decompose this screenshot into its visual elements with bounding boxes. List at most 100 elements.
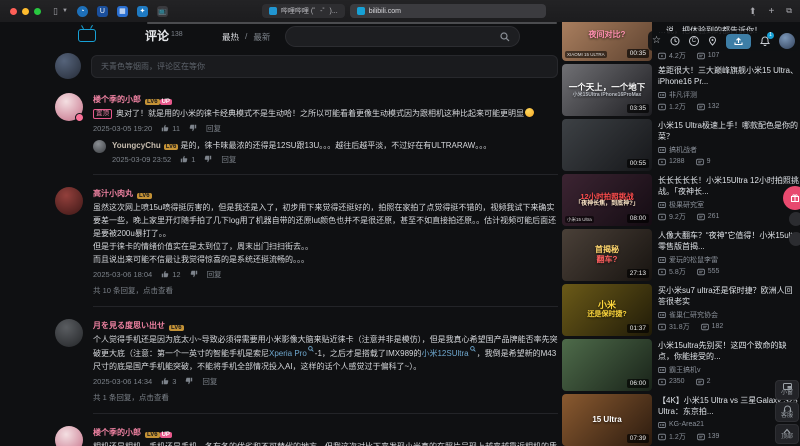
video-card[interactable]: 小米 还是保时捷? 01:37 买小米su7 ultra还是保时捷？欧洲人回答很老… (562, 284, 800, 336)
commenter-name[interactable]: 高汁小肉丸 (93, 188, 133, 199)
video-thumbnail[interactable]: 12小时拍照挑战 「夜神长焦，到底神?」 小米15 Ultra 08:00 (562, 174, 652, 226)
zoom-window-button[interactable] (34, 7, 41, 15)
extension-icon-2[interactable]: U (96, 5, 108, 17)
view-count: 31.8万 (669, 323, 690, 331)
floating-avatar-dot[interactable] (789, 232, 800, 246)
video-card[interactable]: 15 Ultra 07:39 【4K】小米15 Ultra vs 三星Galax… (562, 394, 800, 446)
video-title[interactable]: 长长长长长！小米15Ultra 12小时拍照挑战。「夜神长... (658, 175, 800, 197)
creative-center-icon[interactable]: C (688, 36, 699, 46)
video-thumbnail[interactable]: 06:00 (562, 339, 652, 391)
thumbnail-text: 首揭秘 (595, 245, 619, 254)
reply-button[interactable]: 回复 (202, 376, 217, 387)
pip-button[interactable]: 小窗 (775, 380, 799, 400)
browser-tab-inactive[interactable]: 哔哩哔哩 (゜-゜)... (261, 4, 345, 18)
video-title[interactable]: 小米15ultra先别买！这四个致命的缺点，你能接受的... (658, 340, 800, 362)
reply-button[interactable]: 回复 (207, 269, 222, 280)
video-title[interactable]: 买小米su7 ultra还是保时捷？欧洲人回答很老实 (658, 285, 800, 307)
close-window-button[interactable] (10, 7, 17, 15)
user-badges: LV6 (169, 316, 184, 334)
video-author[interactable]: 雀巢仁研究协会 (658, 310, 800, 319)
dislike-button[interactable] (204, 155, 212, 163)
gift-icon (791, 194, 799, 202)
play-count-icon (658, 158, 666, 165)
tabs-overview-icon[interactable]: ⧉ (786, 6, 792, 16)
dislike-button[interactable] (185, 377, 193, 385)
favorites-star-icon[interactable]: ☆ (652, 36, 661, 46)
video-thumbnail[interactable]: 首揭秘 翻车? 27:13 (562, 229, 652, 281)
video-title[interactable]: 小米15 Ultra极速上手！哪款配色是你的菜？ (658, 120, 800, 142)
dislike-button[interactable] (189, 124, 197, 132)
commenter-name[interactable]: 楼个季的小郎 (93, 427, 141, 438)
like-button[interactable]: 12 (161, 270, 181, 279)
video-card[interactable]: 首揭秘 翻车? 27:13 人像大翻车？“夜神”它值得！小米15ultra零售版首… (562, 229, 800, 281)
notification-bell-icon[interactable]: 1 (760, 32, 774, 46)
bilibili-pinned-icon[interactable]: 📺 (156, 5, 168, 17)
video-duration: 07:39 (626, 434, 649, 443)
horizontal-scrollbar[interactable] (147, 22, 557, 24)
video-title[interactable]: 人像大翻车？“夜神”它值得！小米15ultra零售版首揭... (658, 230, 800, 252)
browser-tab-active[interactable]: bilibili.com (349, 4, 546, 18)
extension-icon-4[interactable]: ✦ (136, 5, 148, 17)
reply-button[interactable]: 回复 (221, 154, 236, 165)
video-card[interactable]: 12小时拍照挑战 「夜神长焦，到底神?」 小米15 Ultra 08:00 长长长长… (562, 174, 800, 226)
location-pin-icon[interactable] (708, 36, 717, 46)
video-author[interactable]: 搞机战者 (658, 145, 800, 154)
replier-name[interactable]: YoungcyChu (112, 141, 161, 150)
like-button[interactable]: 3 (161, 377, 176, 386)
commenter-name[interactable]: 楼个季的小郎 (93, 94, 141, 105)
video-author[interactable]: 极果研究室 (658, 200, 800, 209)
video-author[interactable]: 爱玩的松鼠李雷 (658, 255, 800, 264)
chevron-down-icon[interactable]: ▼ (62, 8, 68, 14)
video-author[interactable]: 非凡评测 (658, 90, 800, 99)
comment-input[interactable]: 天青色等烟雨，评论区在等你 (91, 54, 558, 78)
replier-avatar[interactable] (93, 140, 106, 153)
floating-avatar-dot[interactable] (789, 212, 800, 226)
search-word-link[interactable]: 小米12SUltra (421, 349, 468, 358)
video-card[interactable]: 一个天上，一个地下 小米15Ultra iPhone16ProMax 03:35 … (562, 64, 800, 116)
view-more-replies[interactable]: 共 1 条回复，点击查看 (93, 392, 558, 403)
commenter-avatar[interactable] (55, 187, 83, 215)
upload-button[interactable] (725, 33, 751, 49)
bilibili-logo (78, 29, 96, 42)
commenter-avatar[interactable] (55, 426, 83, 446)
video-thumbnail[interactable]: 夜间对比? XIAOMI 15 ULTRA 00:35 (562, 22, 652, 61)
commenter-name[interactable]: 月を見る度思い出せ (93, 320, 165, 331)
video-stats: 1.2万 132 (658, 102, 800, 111)
history-clock-icon[interactable] (670, 36, 680, 46)
video-thumbnail[interactable]: 一个天上，一个地下 小米15Ultra iPhone16ProMax 03:35 (562, 64, 652, 116)
search-word-link[interactable]: Xperia Pro (269, 349, 307, 358)
commenter-avatar[interactable] (55, 319, 83, 347)
video-title[interactable]: 差距很大！三大巅峰旗舰小米15 Ultra、iPhone16 Pr... (658, 65, 800, 87)
share-icon[interactable]: ⬆̣ (749, 6, 757, 17)
video-card[interactable]: 00:55 小米15 Ultra极速上手！哪款配色是你的菜？ 搞机战者 1288… (562, 119, 800, 171)
extension-icon-1[interactable]: ◔ (76, 5, 88, 17)
customer-service-button[interactable]: 客服 (775, 402, 799, 422)
comment-date: 2025-03-05 19:20 (93, 123, 153, 133)
back-to-top-button[interactable]: 顶部 (775, 424, 799, 444)
tab-newest[interactable]: 最新 (253, 31, 270, 43)
like-button[interactable]: 1 (180, 155, 195, 164)
video-thumbnail[interactable]: 小米 还是保时捷? 01:37 (562, 284, 652, 336)
view-count: 9.2万 (669, 213, 686, 221)
dislike-button[interactable] (190, 270, 198, 278)
reply-button[interactable]: 回复 (206, 123, 221, 134)
view-more-replies[interactable]: 共 10 条回复，点击查看 (93, 285, 558, 296)
commenter-avatar[interactable] (55, 93, 84, 122)
video-author[interactable]: 霸王搞机v (658, 365, 800, 374)
like-button[interactable]: 11 (161, 124, 180, 133)
tab-label: bilibili.com (368, 7, 401, 15)
user-avatar[interactable] (778, 33, 795, 49)
new-tab-icon[interactable]: + (768, 6, 774, 17)
minimize-window-button[interactable] (22, 7, 29, 15)
extension-icon-3[interactable]: ▦ (116, 5, 128, 17)
promo-float-button[interactable] (783, 186, 800, 210)
thumbs-down-icon (205, 155, 212, 163)
video-thumbnail[interactable]: 00:55 (562, 119, 652, 171)
video-thumbnail[interactable]: 15 Ultra 07:39 (562, 394, 652, 446)
video-card[interactable]: 06:00 小米15ultra先别买！这四个致命的缺点，你能接受的... 霸王搞… (562, 339, 800, 391)
danmaku-count-icon (696, 213, 705, 220)
sidebar-toggle-icon[interactable]: ▯ (53, 6, 58, 17)
tab-hottest[interactable]: 最热 (222, 31, 239, 43)
search-input[interactable] (285, 26, 520, 47)
my-avatar[interactable] (55, 53, 81, 79)
